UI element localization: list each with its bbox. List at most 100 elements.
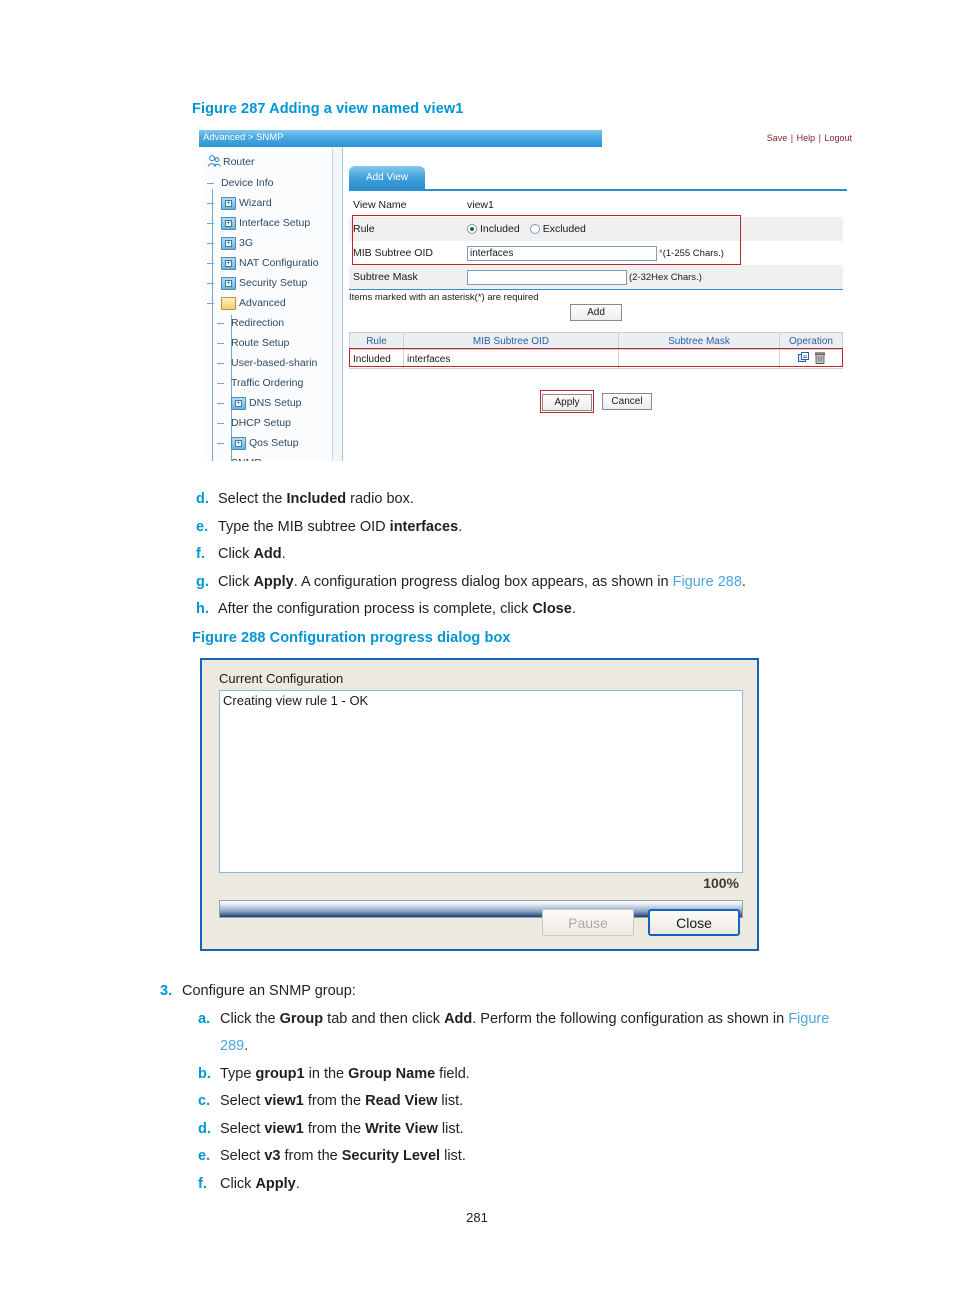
radio-included[interactable]: Included xyxy=(467,223,520,235)
tree-branch-tick xyxy=(217,423,224,424)
step-text-fragment: list. xyxy=(438,1121,464,1137)
step-item: 3.Configure an SNMP group: xyxy=(160,978,860,1006)
sidebar-item-3g[interactable]: +3G xyxy=(207,233,342,253)
apply-button[interactable]: Apply xyxy=(542,394,592,411)
figure-287-caption: Figure 287 Adding a view named view1 xyxy=(192,101,463,117)
mask-input[interactable] xyxy=(467,270,627,285)
step-text-fragment: . xyxy=(282,546,286,562)
figure-cross-reference[interactable]: Figure 288 xyxy=(673,574,742,590)
sidebar-item-wizard[interactable]: +Wizard xyxy=(207,193,342,213)
step-text: Select view1 from the Write View list. xyxy=(220,1116,860,1144)
ui-bottom-edge xyxy=(199,461,854,463)
sidebar-item-route-setup[interactable]: Route Setup xyxy=(207,333,342,353)
step-text: Click Apply. xyxy=(220,1171,860,1199)
content-pane: Add View View Name view1 Rule Included E… xyxy=(343,147,854,463)
oid-input[interactable]: interfaces xyxy=(467,246,657,261)
step-marker: b. xyxy=(198,1061,220,1089)
mask-label: Subtree Mask xyxy=(349,271,467,283)
emphasis-text: Group Name xyxy=(348,1066,435,1082)
sidebar-item-label: Security Setup xyxy=(239,277,307,289)
topbar-right: Save | Help | Logout xyxy=(602,130,854,148)
sidebar-item-nat-configuratio[interactable]: +NAT Configuratio xyxy=(207,253,342,273)
table-header-operation: Operation xyxy=(780,333,842,349)
step-text-fragment: Type xyxy=(220,1066,255,1082)
view-name-label: View Name xyxy=(349,199,467,211)
help-link[interactable]: Help xyxy=(797,133,816,143)
step-marker: h. xyxy=(196,596,218,624)
tree-branch-tick xyxy=(217,343,224,344)
expand-plus-icon: + xyxy=(225,260,232,267)
step-item: c.Select view1 from the Read View list. xyxy=(198,1088,860,1116)
step-item: h.After the configuration process is com… xyxy=(196,596,856,624)
delete-icon[interactable] xyxy=(815,352,825,367)
sidebar-item-security-setup[interactable]: + Security Setup xyxy=(207,273,342,293)
step-text-fragment: . xyxy=(572,601,576,617)
sidebar-item-qos-setup[interactable]: +Qos Setup xyxy=(207,433,342,453)
form-row-subtree-mask: Subtree Mask (2-32Hex Chars.) xyxy=(349,265,843,289)
step-text-fragment: from the xyxy=(304,1093,365,1109)
step-text-fragment: After the configuration process is compl… xyxy=(218,601,532,617)
folder-closed-icon: + xyxy=(221,197,236,210)
step-text: Select v3 from the Security Level list. xyxy=(220,1143,860,1171)
form-row-view-name: View Name view1 xyxy=(349,193,843,217)
sidebar-item-label: DNS Setup xyxy=(249,397,302,409)
cancel-button[interactable]: Cancel xyxy=(602,393,652,410)
sidebar-item-traffic-ordering[interactable]: Traffic Ordering xyxy=(207,373,342,393)
folder-closed-icon: + xyxy=(221,217,236,230)
form-footer-buttons: Apply Cancel xyxy=(349,390,843,413)
step-text-fragment: Select xyxy=(220,1121,264,1137)
sidebar-item-user-based-sharin[interactable]: User-based-sharin xyxy=(207,353,342,373)
expand-plus-icon: + xyxy=(225,280,232,287)
step-marker: f. xyxy=(198,1171,220,1199)
step-marker: f. xyxy=(196,541,218,569)
pause-button[interactable]: Pause xyxy=(542,909,634,936)
tree-branch-tick xyxy=(207,243,214,244)
sidebar-item-dns-setup[interactable]: +DNS Setup xyxy=(207,393,342,413)
step-text: Click Add. xyxy=(218,541,856,569)
tab-add-view[interactable]: Add View xyxy=(349,166,425,189)
step-text-fragment: list. xyxy=(440,1148,466,1164)
sidebar-item-interface-setup[interactable]: +Interface Setup xyxy=(207,213,342,233)
steps-list-2: d.Select the Included radio box.e.Type t… xyxy=(196,486,856,624)
tab-strip: Add View xyxy=(349,166,847,191)
add-view-form: View Name view1 Rule Included Excluded xyxy=(349,193,843,289)
sidebar-item-label: 3G xyxy=(239,237,253,249)
radio-excluded[interactable]: Excluded xyxy=(530,223,586,235)
router-ui-topbar: Advanced > SNMP Save | Help | Logout xyxy=(199,130,854,147)
progress-percent-label: 100% xyxy=(703,875,739,891)
required-note: Items marked with an asterisk(*) are req… xyxy=(349,289,843,303)
sidebar-item-dhcp-setup[interactable]: DHCP Setup xyxy=(207,413,342,433)
emphasis-text: Apply xyxy=(255,1176,295,1192)
edit-icon[interactable] xyxy=(798,352,810,366)
emphasis-text: group1 xyxy=(255,1066,304,1082)
sidebar-item-advanced[interactable]: Advanced xyxy=(207,293,342,313)
step-text-fragment: Click xyxy=(218,574,253,590)
step-item: d.Select the Included radio box. xyxy=(196,486,856,514)
save-link[interactable]: Save xyxy=(767,133,788,143)
step-item: g.Click Apply. A configuration progress … xyxy=(196,569,856,597)
sidebar-item-label: Interface Setup xyxy=(239,217,310,229)
sidebar-item-device-info[interactable]: Device Info xyxy=(207,173,342,193)
step-text-fragment: . xyxy=(458,519,462,535)
sidebar-root-label: Router xyxy=(223,156,255,168)
logout-link[interactable]: Logout xyxy=(824,133,852,143)
step-item: e.Select v3 from the Security Level list… xyxy=(198,1143,860,1171)
step-marker: e. xyxy=(196,514,218,542)
emphasis-text: Group xyxy=(280,1011,324,1027)
radio-excluded-dot xyxy=(530,224,540,234)
emphasis-text: view1 xyxy=(264,1121,304,1137)
emphasis-text: Included xyxy=(287,491,347,507)
dialog-log-area[interactable]: Creating view rule 1 - OK xyxy=(219,690,743,873)
expand-plus-icon: + xyxy=(225,200,232,207)
step-text-fragment: . Perform the following configuration as… xyxy=(472,1011,788,1027)
add-button[interactable]: Add xyxy=(570,304,622,321)
step-text-fragment: field. xyxy=(435,1066,470,1082)
cell-mask xyxy=(619,350,780,368)
emphasis-text: Write View xyxy=(365,1121,438,1137)
sidebar-item-redirection[interactable]: Redirection xyxy=(207,313,342,333)
step-marker: 3. xyxy=(160,978,182,1006)
step-marker: c. xyxy=(198,1088,220,1116)
sidebar-scrollbar[interactable] xyxy=(332,147,342,463)
sidebar-root-router[interactable]: Router xyxy=(207,155,255,168)
close-button[interactable]: Close xyxy=(648,909,740,936)
